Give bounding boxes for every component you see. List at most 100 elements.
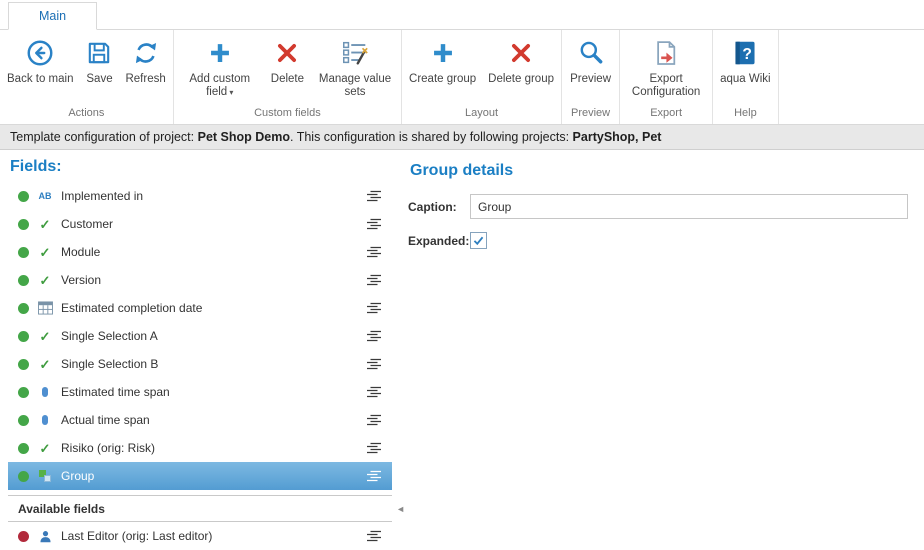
status-dot-green bbox=[18, 415, 29, 426]
field-label: Group bbox=[61, 469, 364, 483]
field-row-single-selection-b[interactable]: ✓Single Selection B bbox=[8, 350, 392, 378]
collapse-panel-arrow-icon[interactable]: ◄ bbox=[396, 504, 405, 514]
field-row-last-editor-orig-last-editor[interactable]: Last Editor (orig: Last editor) bbox=[8, 522, 392, 550]
add-custom-field-button[interactable]: Add custom field ▾ bbox=[175, 32, 265, 99]
field-label: Estimated completion date bbox=[61, 301, 364, 315]
field-row-estimated-completion-date[interactable]: Estimated completion date bbox=[8, 294, 392, 322]
check-icon: ✓ bbox=[37, 218, 53, 231]
field-label: Risiko (orig: Risk) bbox=[61, 441, 364, 455]
field-menu-icon[interactable] bbox=[364, 412, 384, 428]
field-menu-icon[interactable] bbox=[364, 356, 384, 372]
expanded-row: Expanded: bbox=[408, 232, 908, 249]
field-row-group[interactable]: Group bbox=[8, 462, 392, 490]
field-label: Estimated time span bbox=[61, 385, 364, 399]
status-dot-green bbox=[18, 443, 29, 454]
field-menu-icon[interactable] bbox=[364, 300, 384, 316]
ribbon: Back to mainSaveRefreshActionsAdd custom… bbox=[0, 30, 924, 125]
svg-text:?: ? bbox=[743, 46, 753, 63]
ribbon-tabstrip: Main bbox=[0, 0, 924, 30]
refresh-button[interactable]: Refresh bbox=[119, 32, 171, 86]
ribbon-group-actions: Back to mainSaveRefreshActions bbox=[0, 30, 174, 124]
person-icon bbox=[37, 530, 53, 543]
field-menu-icon[interactable] bbox=[364, 328, 384, 344]
expanded-label: Expanded: bbox=[408, 234, 470, 248]
export-configuration-button[interactable]: Export Configuration bbox=[621, 32, 711, 99]
check-icon: ✓ bbox=[37, 330, 53, 343]
field-row-estimated-time-span[interactable]: Estimated time span bbox=[8, 378, 392, 406]
caption-input[interactable] bbox=[470, 194, 908, 219]
field-menu-icon[interactable] bbox=[364, 528, 384, 544]
fields-panel-title: Fields: bbox=[8, 154, 392, 182]
tab-main[interactable]: Main bbox=[8, 2, 97, 30]
field-row-module[interactable]: ✓Module bbox=[8, 238, 392, 266]
ribbon-group-label: Export bbox=[621, 103, 711, 124]
field-row-implemented-in[interactable]: AB Implemented in bbox=[8, 182, 392, 210]
field-row-risiko-orig-risk[interactable]: ✓Risiko (orig: Risk) bbox=[8, 434, 392, 462]
details-panel: Group details Caption: Expanded: bbox=[392, 154, 924, 547]
field-menu-icon[interactable] bbox=[364, 244, 384, 260]
export-icon bbox=[652, 36, 680, 70]
status-dot-red bbox=[18, 531, 29, 542]
infobar-text-middle: . This configuration is shared by follow… bbox=[290, 130, 573, 144]
field-menu-icon[interactable] bbox=[364, 216, 384, 232]
back-to-main-button[interactable]: Back to main bbox=[1, 32, 79, 86]
field-list: ABImplemented in✓Customer✓Module✓Version… bbox=[8, 182, 392, 490]
group-icon bbox=[37, 470, 53, 483]
delete-group-button[interactable]: Delete group bbox=[482, 32, 560, 86]
value-sets-icon bbox=[340, 36, 370, 70]
field-menu-icon[interactable] bbox=[364, 188, 384, 204]
field-label: Actual time span bbox=[61, 413, 364, 427]
preview-icon bbox=[577, 36, 605, 70]
fields-panel: Fields: ABImplemented in✓Customer✓Module… bbox=[8, 154, 392, 547]
button-label: Back to main bbox=[7, 73, 73, 86]
available-fields-header: Available fields ◄ bbox=[8, 495, 392, 522]
status-dot-green bbox=[18, 219, 29, 230]
save-button[interactable]: Save bbox=[79, 32, 119, 86]
field-row-version[interactable]: ✓Version bbox=[8, 266, 392, 294]
ribbon-group-custom-fields: Add custom field ▾DeleteManage value set… bbox=[174, 30, 402, 124]
field-menu-icon[interactable] bbox=[364, 468, 384, 484]
expanded-checkbox[interactable] bbox=[470, 232, 487, 249]
field-label: Module bbox=[61, 245, 364, 259]
status-dot-green bbox=[18, 359, 29, 370]
ab-icon: AB bbox=[37, 191, 53, 201]
available-field-list: Last Editor (orig: Last editor) bbox=[8, 522, 392, 550]
delete-icon bbox=[275, 36, 299, 70]
dropdown-caret-icon: ▾ bbox=[227, 88, 233, 97]
add-icon bbox=[430, 36, 456, 70]
field-menu-icon[interactable] bbox=[364, 272, 384, 288]
create-group-button[interactable]: Create group bbox=[403, 32, 482, 86]
available-fields-label: Available fields bbox=[18, 502, 105, 516]
field-label: Implemented in bbox=[61, 189, 364, 203]
aqua-wiki-button[interactable]: ?aqua Wiki bbox=[714, 32, 777, 86]
delete-button[interactable]: Delete bbox=[265, 32, 310, 86]
field-row-single-selection-a[interactable]: ✓Single Selection A bbox=[8, 322, 392, 350]
shared-projects: PartyShop, Pet bbox=[573, 130, 662, 144]
infobar: Template configuration of project: Pet S… bbox=[0, 125, 924, 150]
button-label: Refresh bbox=[125, 73, 165, 86]
status-dot-green bbox=[18, 471, 29, 482]
details-panel-title: Group details bbox=[408, 158, 908, 194]
refresh-icon bbox=[132, 36, 160, 70]
save-icon bbox=[85, 36, 113, 70]
delete-icon bbox=[509, 36, 533, 70]
calendar-icon bbox=[37, 301, 53, 315]
infobar-text: Template configuration of project: Pet S… bbox=[10, 130, 661, 144]
wiki-icon: ? bbox=[732, 36, 758, 70]
button-label: Preview bbox=[570, 73, 611, 86]
field-menu-icon[interactable] bbox=[364, 384, 384, 400]
status-dot-green bbox=[18, 303, 29, 314]
ribbon-group-label: Help bbox=[714, 103, 777, 124]
manage-value-sets-button[interactable]: Manage value sets bbox=[310, 32, 400, 99]
field-row-actual-time-span[interactable]: Actual time span bbox=[8, 406, 392, 434]
field-label: Single Selection B bbox=[61, 357, 364, 371]
preview-button[interactable]: Preview bbox=[564, 32, 617, 86]
ribbon-group-help: ?aqua Wiki Help bbox=[713, 30, 779, 124]
field-row-customer[interactable]: ✓Customer bbox=[8, 210, 392, 238]
button-label: Manage value sets bbox=[316, 73, 394, 99]
ribbon-group-label: Preview bbox=[563, 103, 618, 124]
field-menu-icon[interactable] bbox=[364, 440, 384, 456]
timespan-icon bbox=[37, 415, 53, 425]
content: Fields: ABImplemented in✓Customer✓Module… bbox=[0, 150, 924, 547]
button-label: Create group bbox=[409, 73, 476, 86]
